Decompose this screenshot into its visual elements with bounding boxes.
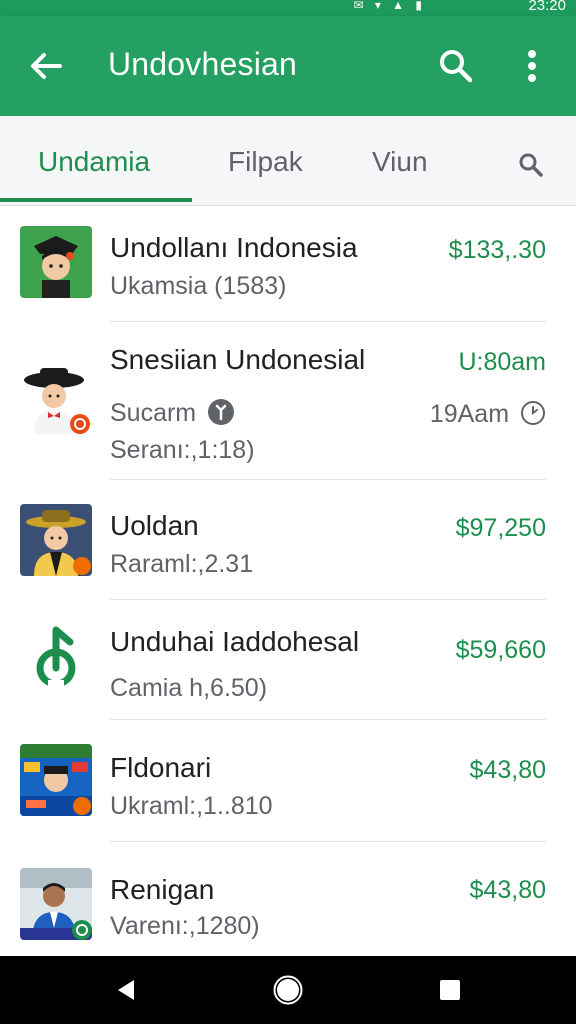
item-subtitle: Sucarm <box>110 398 235 428</box>
list-item[interactable]: Snesiian Undonesial U:80am Sucarm Seranı… <box>0 322 576 480</box>
back-arrow-icon[interactable] <box>26 46 66 86</box>
list-item[interactable]: Fldonari Ukraml:,1..810 $43,80 <box>0 720 576 842</box>
nav-back-icon[interactable] <box>110 974 142 1006</box>
item-meta-text: 19Aam <box>429 400 510 428</box>
wrench-icon <box>208 399 235 425</box>
music-note-icon <box>20 622 92 694</box>
status-bar: ✉ ▾ ▲ ▮ 23:20 <box>0 0 576 16</box>
item-price: $43,80 <box>469 876 546 904</box>
item-name: Unduhai Iaddohesal <box>110 626 360 657</box>
item-name: Snesiian Undonesial <box>110 344 366 375</box>
status-time: 23:20 <box>528 0 566 14</box>
item-name: Undollanı Indonesia <box>110 232 358 263</box>
page-title: Undovhesian <box>108 46 297 82</box>
item-price: $59,660 <box>455 636 546 664</box>
tab-viun[interactable]: Viun <box>372 146 428 178</box>
item-name: Uoldan <box>110 510 199 541</box>
list-item[interactable]: Uoldan Raraml:,2.31 $97,250 <box>0 480 576 600</box>
app-bar: Undovhesian <box>0 16 576 116</box>
item-subtitle: Ukamsia (1583) <box>110 272 287 300</box>
clock-icon <box>521 401 545 425</box>
item-subtitle: Varenı:,1280) <box>110 912 260 940</box>
avatar <box>20 504 92 576</box>
tab-search-icon[interactable] <box>516 150 546 180</box>
more-vert-icon[interactable] <box>520 46 544 86</box>
list-item[interactable]: Renigan Varenı:,1280) $43,80 <box>0 842 576 956</box>
item-subtitle-text: Sucarm <box>110 399 197 427</box>
active-tab-indicator <box>0 198 192 202</box>
status-icons: ✉ ▾ ▲ ▮ <box>353 0 426 12</box>
item-subtitle: Camia h,6.50) <box>110 674 268 702</box>
item-price: $43,80 <box>469 756 546 784</box>
nav-home-icon[interactable] <box>272 974 304 1006</box>
avatar <box>20 226 92 298</box>
item-price: $97,250 <box>455 514 546 542</box>
list-item[interactable]: Unduhai Iaddohesal Camia h,6.50) $59,660 <box>0 600 576 720</box>
avatar <box>20 868 92 940</box>
item-name: Fldonari <box>110 752 212 783</box>
nav-recents-icon[interactable] <box>434 974 466 1006</box>
item-subtitle: Ukraml:,1..810 <box>110 792 273 820</box>
item-subtitle: Raraml:,2.31 <box>110 550 254 578</box>
tab-undamia[interactable]: Undamia <box>38 146 150 178</box>
list-item[interactable]: Undollanı Indonesia Ukamsia (1583) $133,… <box>0 206 576 322</box>
avatar <box>20 362 92 434</box>
item-price: $133,.30 <box>448 236 546 264</box>
item-time: U:80am <box>458 348 546 376</box>
item-name: Renigan <box>110 874 215 905</box>
tab-filpak[interactable]: Filpak <box>228 146 303 178</box>
item-detail: Seranı:,1:18) <box>110 436 255 464</box>
system-nav-bar <box>0 956 576 1024</box>
tab-bar: Undamia Filpak Viun <box>0 116 576 206</box>
item-meta: 19Aam <box>430 400 546 429</box>
search-icon[interactable] <box>436 46 476 86</box>
avatar <box>20 744 92 816</box>
